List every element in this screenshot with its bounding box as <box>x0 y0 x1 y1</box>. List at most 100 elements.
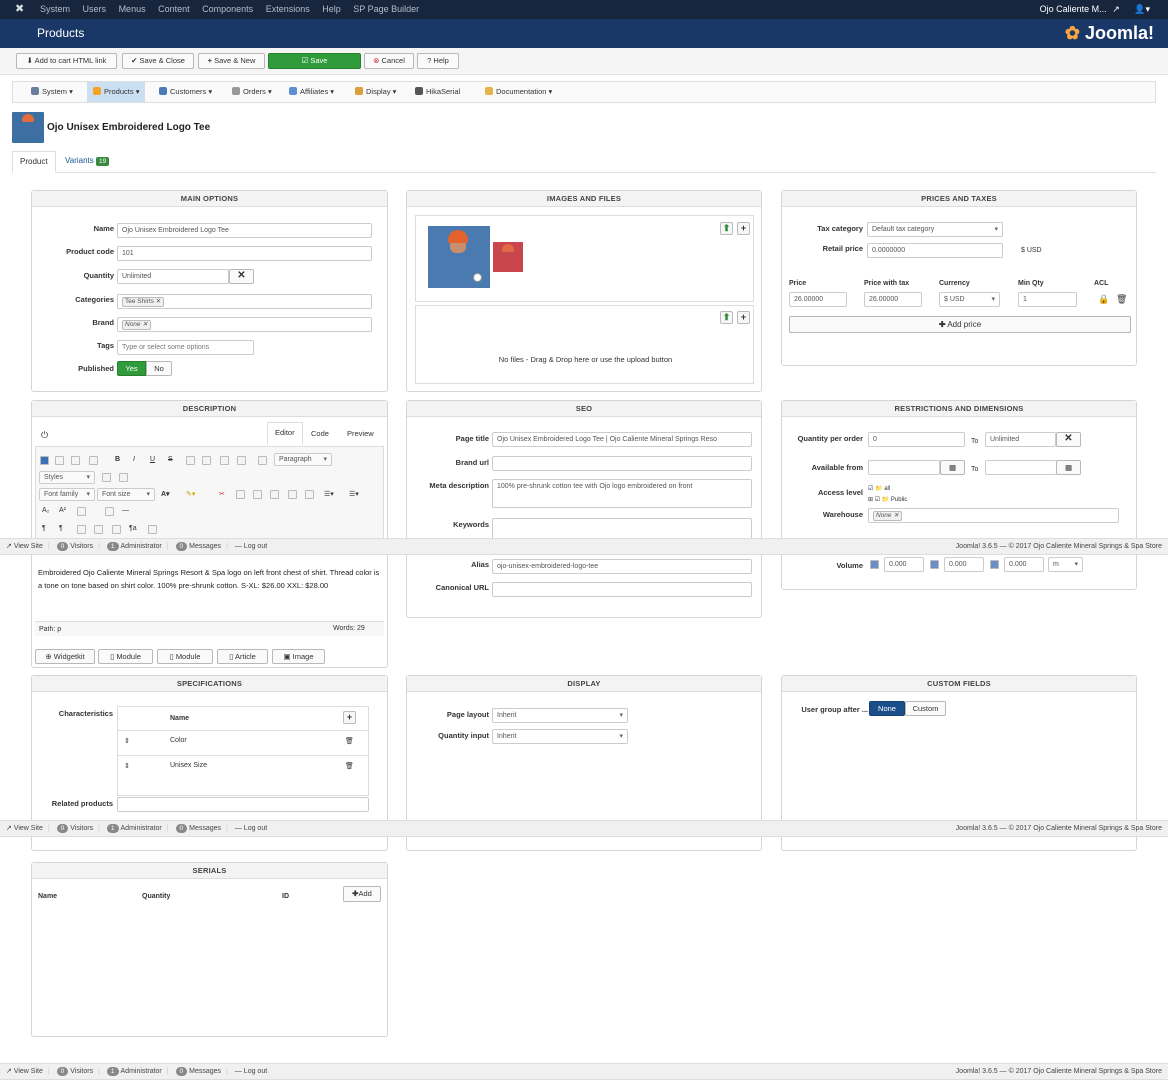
min-qty-input[interactable]: 1 <box>1018 292 1077 307</box>
view-site-link[interactable]: ↗ View Site <box>6 1068 43 1075</box>
add-image-icon[interactable]: + <box>737 222 750 235</box>
blockquote-icon[interactable] <box>258 456 267 465</box>
messages-count[interactable]: 0 Messages <box>175 824 221 833</box>
hr-icon[interactable]: — <box>122 507 129 514</box>
superscript-icon[interactable]: A² <box>59 507 66 514</box>
quantity-input[interactable]: Unlimited <box>117 269 229 284</box>
font-size-select[interactable]: Font size <box>97 488 155 501</box>
product-image-main[interactable] <box>428 226 490 288</box>
save-button[interactable]: ☑ Save <box>268 53 361 69</box>
hika-affiliates[interactable]: Affiliates ▾ <box>289 87 334 96</box>
access-all-checkbox[interactable]: ☑ 📁 all <box>868 485 890 492</box>
menu-system[interactable]: System <box>40 4 70 14</box>
product-code-input[interactable]: 101 <box>117 246 372 261</box>
view-site-link[interactable]: ↗ View Site <box>6 543 43 550</box>
add-serial-button[interactable]: ✚Add <box>343 886 381 902</box>
custom-field-none-button[interactable]: None <box>869 701 905 716</box>
hika-display[interactable]: Display ▾ <box>355 87 396 96</box>
joomla-icon[interactable]: ✖ <box>15 3 27 15</box>
table-icon[interactable] <box>148 525 157 534</box>
volume-x-input[interactable]: 0.000 <box>884 557 924 572</box>
paste-icon[interactable] <box>253 490 262 499</box>
help-button[interactable]: ? Help <box>417 53 459 69</box>
cancel-button[interactable]: ⊗ Cancel <box>364 53 414 69</box>
strike-icon[interactable]: S <box>168 456 173 463</box>
messages-count[interactable]: 0 Messages <box>175 542 221 551</box>
name-input[interactable]: Ojo Unisex Embroidered Logo Tee <box>117 223 372 238</box>
subscript-icon[interactable]: A₂ <box>42 507 49 514</box>
product-image-thumb[interactable] <box>493 242 523 272</box>
menu-help[interactable]: Help <box>322 4 341 14</box>
bold-icon[interactable]: B <box>115 456 120 463</box>
copy-icon[interactable] <box>236 490 245 499</box>
trash-icon[interactable]: 🗑 <box>345 737 354 745</box>
add-characteristic-icon[interactable]: + <box>343 711 356 724</box>
upload-file-icon[interactable]: ⬆ <box>720 311 733 324</box>
module-button[interactable]: ▯ Module <box>98 649 153 664</box>
menu-menus[interactable]: Menus <box>119 4 146 14</box>
price-with-tax-input[interactable]: 26.00000 <box>864 292 922 307</box>
font-family-select[interactable]: Font family <box>39 488 95 501</box>
qty-max-input[interactable]: Unlimited <box>985 432 1056 447</box>
format-select[interactable]: Paragraph <box>274 453 332 466</box>
upload-image-icon[interactable]: ⬆ <box>720 222 733 235</box>
pilcrow-rtl-icon[interactable]: ¶ <box>59 525 63 532</box>
hika-system[interactable]: System ▾ <box>31 87 73 96</box>
warehouse-input[interactable]: None ✕ <box>868 508 1119 523</box>
fullscreen-icon[interactable] <box>77 525 86 534</box>
access-public-checkbox[interactable]: ⊞ ☑ 📁 Public <box>868 496 907 503</box>
italic-icon[interactable]: I <box>133 456 135 463</box>
calendar-from-icon[interactable]: ▦ <box>940 460 965 475</box>
published-no-button[interactable]: No <box>146 361 172 376</box>
published-yes-button[interactable]: Yes <box>117 361 146 376</box>
drag-handle-icon[interactable]: ⇕ <box>124 737 130 745</box>
page-layout-select[interactable]: Inherit <box>492 708 628 723</box>
menu-sp-page-builder[interactable]: SP Page Builder <box>353 4 419 14</box>
save-new-button[interactable]: + Save & New <box>198 53 265 69</box>
add-price-button[interactable]: ✚ Add price <box>789 316 1131 333</box>
align-right-icon[interactable] <box>220 456 229 465</box>
logout-link[interactable]: — Log out <box>235 543 267 550</box>
menu-extensions[interactable]: Extensions <box>266 4 310 14</box>
meta-description-input[interactable]: 100% pre-shrunk cotton tee with Ojo logo… <box>492 479 752 508</box>
add-to-cart-link-button[interactable]: ⬇ Add to cart HTML link <box>16 53 117 69</box>
retail-price-input[interactable]: 0.0000000 <box>867 243 1003 258</box>
logout-link[interactable]: — Log out <box>235 825 267 832</box>
volume-unit-select[interactable]: m <box>1048 557 1083 572</box>
clear-quantity-icon[interactable]: ✕ <box>229 269 254 284</box>
module-position-button[interactable]: ▯ Module <box>157 649 213 664</box>
image-button[interactable]: ▣ Image <box>272 649 325 664</box>
files-dropzone[interactable]: ⬆ + No files - Drag & Drop here or use t… <box>415 305 754 384</box>
eraser-icon[interactable] <box>102 473 111 482</box>
indent-icon[interactable] <box>288 490 297 499</box>
align-left-icon[interactable] <box>186 456 195 465</box>
available-from-input[interactable] <box>868 460 940 475</box>
editor-content[interactable]: Embroidered Ojo Caliente Mineral Springs… <box>35 565 384 621</box>
clear-qty-icon[interactable]: ✕ <box>1056 432 1081 447</box>
tab-editor[interactable]: Editor <box>267 422 303 445</box>
cut-icon[interactable]: ✂ <box>219 490 225 498</box>
volume-z-input[interactable]: 0.000 <box>1004 557 1044 572</box>
user-icon[interactable]: 👤▾ <box>1134 4 1150 14</box>
drag-handle-icon[interactable]: ⇕ <box>124 762 130 770</box>
article-button[interactable]: ▯ Article <box>217 649 268 664</box>
link-icon[interactable] <box>77 507 86 516</box>
tab-preview[interactable]: Preview <box>347 429 374 438</box>
paste-text-icon[interactable] <box>270 490 279 499</box>
trash-icon[interactable]: 🗑 <box>345 762 354 770</box>
price-input[interactable]: 26.00000 <box>789 292 847 307</box>
hika-customers[interactable]: Customers ▾ <box>159 87 212 96</box>
currency-select[interactable]: $ USD <box>939 292 1000 307</box>
messages-count[interactable]: 0 Messages <box>175 1067 221 1076</box>
site-name-link[interactable]: Ojo Caliente M... <box>1040 4 1107 14</box>
help-icon[interactable] <box>40 456 49 465</box>
canonical-url-input[interactable] <box>492 582 752 597</box>
paint-icon[interactable] <box>119 473 128 482</box>
underline-icon[interactable]: U <box>150 456 155 463</box>
print-icon[interactable] <box>94 525 103 534</box>
undo-icon[interactable] <box>71 456 80 465</box>
hika-documentation[interactable]: Documentation ▾ <box>485 87 552 96</box>
bullet-list-icon[interactable]: ☰▾ <box>349 490 359 498</box>
hika-orders[interactable]: Orders ▾ <box>232 87 272 96</box>
hika-hikaserial[interactable]: HikaSerial <box>415 87 460 96</box>
